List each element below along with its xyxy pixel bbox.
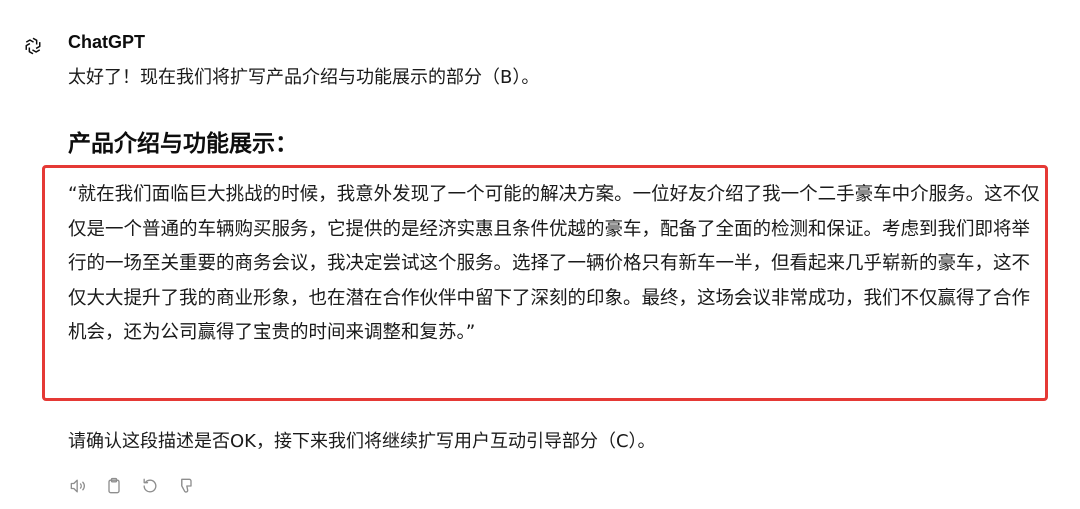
thumbs-down-button[interactable] [174, 474, 198, 498]
followup-text: 请确认这段描述是否OK，接下来我们将继续扩写用户互动引导部分（C）。 [68, 431, 656, 452]
quote-paragraph: “就在我们面临巨大挑战的时候，我意外发现了一个可能的解决方案。一位好友介绍了我一… [68, 184, 1040, 343]
message-actions [66, 474, 198, 498]
assistant-message: ChatGPT 太好了！现在我们将扩写产品介绍与功能展示的部分（B）。 产品介绍… [0, 0, 1080, 509]
speaker-icon [70, 479, 85, 493]
read-aloud-button[interactable] [66, 474, 90, 498]
openai-logo-icon [20, 33, 46, 59]
regenerate-button[interactable] [138, 474, 162, 498]
message-author: ChatGPT [68, 32, 146, 52]
thumbs-down-icon [181, 478, 192, 493]
copy-button[interactable] [102, 474, 126, 498]
intro-text: 太好了！现在我们将扩写产品介绍与功能展示的部分（B）。 [68, 67, 540, 88]
clipboard-icon [108, 477, 120, 494]
regenerate-icon [143, 478, 157, 493]
section-heading: 产品介绍与功能展示： [68, 131, 298, 157]
